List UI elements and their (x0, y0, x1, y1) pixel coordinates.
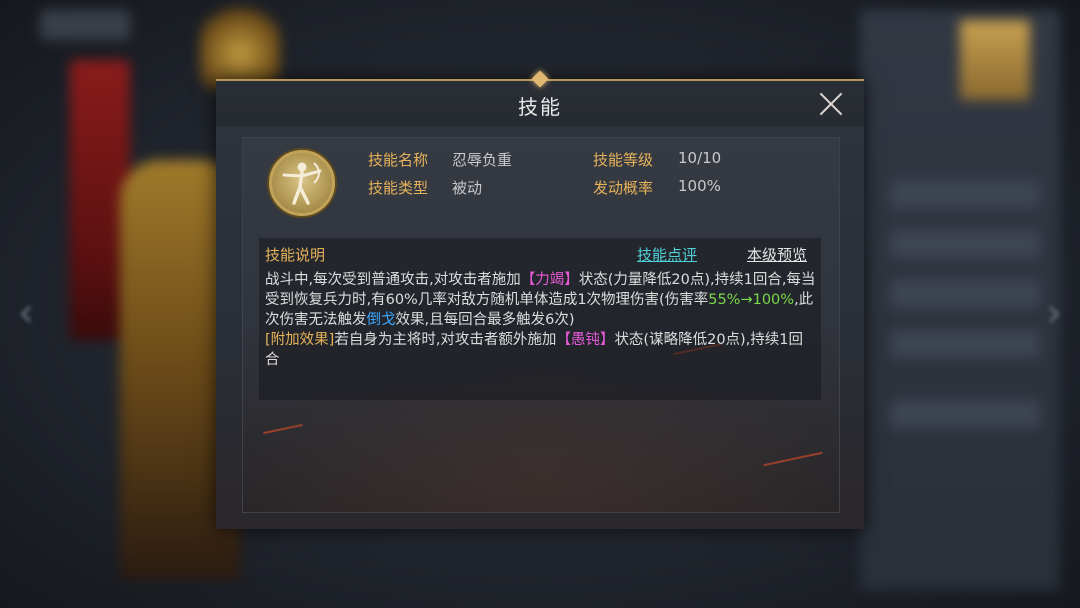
skill-name-label: 技能名称 (368, 151, 429, 169)
keyword-link: 倒戈 (366, 312, 396, 328)
status-keyword: 【愚钝】 (556, 332, 615, 348)
close-button[interactable] (818, 91, 844, 117)
description-text-part: 战斗中,每次受到普通攻击,对攻击者施加 (265, 272, 521, 288)
level-preview-link[interactable]: 本级预览 (747, 244, 807, 265)
description-heading: 技能说明 (265, 246, 326, 264)
skill-content: 技能名称 忍辱负重 技能等级 10/10 技能类型 被动 发动概率 100% 技… (242, 137, 840, 513)
skill-review-link[interactable]: 技能点评 (637, 244, 697, 265)
status-keyword: 【力竭】 (520, 272, 579, 288)
skill-description-panel: 技能说明 技能点评 本级预览 战斗中,每次受到普通攻击,对攻击者施加【力竭】状态… (259, 238, 821, 400)
skill-dialog: 技能 技能名称 忍辱负重 技能等级 10/10 技能类型 被动 发动概率 100… (216, 70, 864, 529)
description-text: 战斗中,每次受到普通攻击,对攻击者施加【力竭】状态(力量降低20点),持续1回合… (265, 270, 817, 370)
prev-arrow-icon[interactable]: ‹ (18, 290, 34, 336)
background-portrait (960, 20, 1030, 100)
background-row (890, 180, 1040, 208)
damage-rate-value: 55%→100% (708, 292, 795, 308)
background-row (890, 400, 1040, 428)
archer-figure-icon (269, 150, 335, 216)
extra-effect-label: [附加效果] (265, 332, 335, 348)
dialog-title: 技能 (518, 95, 562, 119)
background-helmet (200, 0, 280, 90)
dialog-header: 技能 (216, 70, 864, 126)
skill-level-label: 技能等级 (593, 151, 654, 169)
skill-name-value: 忍辱负重 (452, 151, 513, 169)
description-text-part: 效果,且每回合最多触发6次) (395, 312, 575, 328)
next-arrow-icon[interactable]: › (1046, 290, 1062, 336)
trigger-rate-label: 发动概率 (593, 179, 654, 197)
background-row (890, 280, 1040, 308)
skill-type-label: 技能类型 (368, 179, 429, 197)
skill-level-value: 10/10 (678, 149, 722, 167)
background-row (890, 230, 1040, 258)
skill-type-value: 被动 (452, 179, 483, 197)
background-top-button (40, 10, 130, 40)
trigger-rate-value: 100% (678, 177, 721, 195)
description-text-part: 若自身为主将时,对攻击者额外施加 (334, 332, 557, 348)
background-row (890, 330, 1040, 358)
